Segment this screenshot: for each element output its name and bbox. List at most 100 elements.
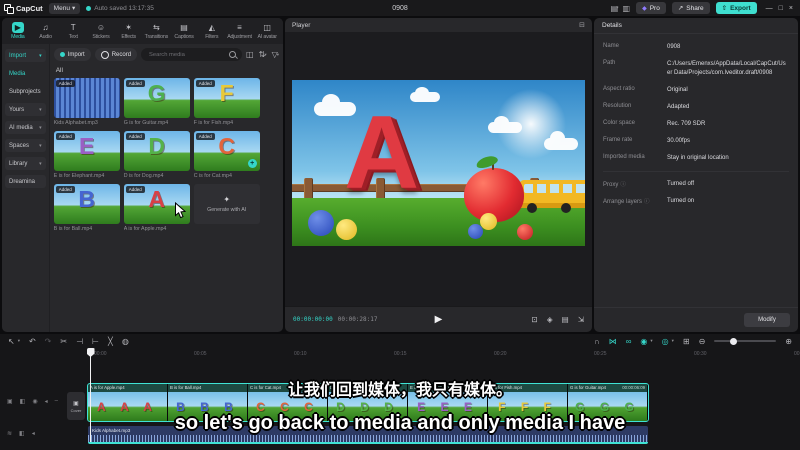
delete-left-icon[interactable]: ⊣ — [76, 337, 83, 346]
split-icon[interactable]: ✂ — [60, 337, 67, 346]
minimize-icon[interactable]: — — [763, 5, 776, 12]
magnet-icon[interactable]: ∩ — [594, 337, 600, 346]
details-value: 0908 — [667, 44, 681, 50]
import-dot-icon — [59, 52, 65, 57]
tab-stickers[interactable]: ☺ Stickers — [87, 18, 115, 44]
text-icon: T — [70, 23, 76, 32]
chevron-down-icon[interactable]: ▾ — [277, 52, 279, 58]
media-section-label[interactable]: All — [56, 67, 279, 74]
details-value: Adapted — [667, 104, 690, 110]
sidebar-item-label: Subprojects — [9, 88, 41, 95]
compact-view-icon[interactable]: ◫ — [246, 50, 254, 59]
sidebar-item-dreamina[interactable]: Dreamina — [5, 175, 46, 188]
redo-icon[interactable]: ↷ — [45, 337, 52, 346]
sidebar-item-subprojects[interactable]: Subprojects — [5, 85, 46, 98]
details-label: Name — [603, 43, 620, 49]
sidebar-item-media[interactable]: Media — [5, 67, 46, 80]
zoom-out-icon[interactable]: ⊖ — [699, 337, 706, 346]
select-tool-icon[interactable]: ↖ — [8, 337, 15, 346]
chevron-down-icon[interactable]: ▾ — [616, 5, 618, 11]
chevron-down-icon[interactable]: ▾ — [672, 338, 674, 344]
sidebar-item-library[interactable]: Library ▾ — [5, 157, 46, 170]
chevron-down-icon[interactable]: ▾ — [650, 338, 652, 344]
mask-tool-icon[interactable]: ◍ — [122, 337, 129, 346]
pro-button[interactable]: ◆ Pro — [636, 2, 666, 14]
details-toggle-proxy: Proxy ⓘ Turned off — [594, 176, 798, 193]
tab-effects[interactable]: ✶ Effects — [115, 18, 143, 44]
sidebar-item-spaces[interactable]: Spaces ▾ — [5, 139, 46, 152]
tab-audio[interactable]: ♫ Audio — [32, 18, 60, 44]
preview-axis-icon[interactable]: ⊞ — [683, 337, 690, 346]
media-item[interactable]: Added D D is for Dog.mp4 — [123, 131, 190, 179]
sidebar-item-yours[interactable]: Yours ▾ — [5, 103, 46, 116]
generate-with-ai-card[interactable]: ✦ Generate with AI — [193, 184, 260, 224]
snapping-icon[interactable]: ◉ — [640, 337, 647, 346]
share-button[interactable]: ↗ Share — [671, 2, 710, 14]
panel-layout-icon[interactable]: ▥ — [623, 4, 631, 13]
fullscreen-icon[interactable]: ⇲ — [578, 315, 584, 324]
menu-button[interactable]: Menu ▾ — [48, 2, 81, 14]
media-item[interactable]: Added F F is for Fish.mp4 — [193, 78, 260, 126]
undo-icon[interactable]: ↶ — [29, 337, 36, 346]
tab-adjustment[interactable]: ≡ Adjustment — [226, 18, 254, 44]
add-to-timeline-icon[interactable]: + — [247, 159, 257, 168]
modify-button[interactable]: Modify — [744, 313, 790, 327]
ball-blue — [308, 210, 334, 236]
media-item[interactable]: Added Kids Alphabet.mp3 — [53, 78, 120, 126]
mask-icon[interactable]: ◈ — [547, 315, 553, 324]
video-preview[interactable]: A — [292, 80, 585, 246]
record-button[interactable]: Record — [94, 48, 138, 61]
mini-player-icon[interactable]: ⊟ — [579, 21, 585, 29]
play-button[interactable]: ▶ — [429, 313, 449, 326]
track-magnet-icon[interactable]: ◎ — [662, 337, 669, 346]
search-input[interactable] — [147, 50, 227, 59]
media-item[interactable]: Added E E is for Elephant.mp4 — [53, 131, 120, 179]
tab-label: AI avatar — [257, 34, 277, 40]
autosave-status: Auto saved 13:17:35 — [86, 5, 154, 12]
video-thumbnail: Added C + — [193, 131, 260, 171]
titlebar: CapCut Menu ▾ Auto saved 13:17:35 0908 ▤… — [0, 0, 800, 16]
details-value: Turned on — [667, 198, 695, 204]
tab-transitions[interactable]: ⇆ Transitions — [143, 18, 171, 44]
video-thumbnail: Added D — [123, 131, 190, 171]
tab-text[interactable]: T Text — [59, 18, 87, 44]
media-item[interactable]: Added G G is for Guitar.mp4 — [123, 78, 190, 126]
tab-filters[interactable]: ◭ Filters — [198, 18, 226, 44]
export-button[interactable]: ⇧ Export — [715, 2, 757, 14]
pro-diamond-icon: ◆ — [642, 5, 647, 12]
chevron-down-icon[interactable]: ▾ — [264, 52, 266, 58]
details-value: C:/Users/Emenxs/AppData/Local/CapCut/Use… — [667, 61, 786, 76]
zoom-slider-knob[interactable] — [730, 337, 738, 345]
tab-ai-avatar[interactable]: ◫ AI avatar — [253, 18, 281, 44]
search-icon[interactable] — [229, 51, 237, 58]
sidebar-item-ai-media[interactable]: AI media ▾ — [5, 121, 46, 134]
media-item[interactable]: Added B B is for Ball.mp4 — [53, 184, 120, 232]
maximize-icon[interactable]: □ — [776, 5, 786, 12]
quality-icon[interactable]: ▤ — [562, 315, 569, 324]
sidebar-item-import[interactable]: Import ▾ — [5, 49, 46, 62]
zoom-in-icon[interactable]: ⊕ — [785, 337, 792, 346]
ruler-label: 00:30 — [694, 351, 707, 357]
sidebar-item-label: Spaces — [9, 142, 30, 149]
video-thumbnail: Added E — [53, 131, 120, 171]
media-item[interactable]: Added C + C is for Cat.mp4 — [193, 131, 260, 179]
mouse-cursor — [175, 202, 187, 219]
delete-right-icon[interactable]: ⊢ — [92, 337, 99, 346]
tab-media[interactable]: ▶ Media — [4, 18, 32, 44]
share-icon: ↗ — [677, 5, 684, 12]
snapshot-icon[interactable]: ⊡ — [532, 315, 538, 324]
timeline-ruler[interactable]: 00:00 00:05 00:10 00:15 00:20 00:25 00:30 00:35 — [0, 348, 800, 360]
details-row-resolution: Resolution Adapted — [594, 99, 798, 116]
zoom-slider[interactable] — [714, 337, 777, 345]
chevron-down-icon[interactable]: ▾ — [18, 338, 20, 344]
media-library: Import Record ◫⇅▾▽▾ All Added Kids Alphab… — [48, 44, 283, 332]
link-clips-icon[interactable]: ⋈ — [609, 337, 617, 346]
ai-sparkle-icon: ✦ — [223, 195, 231, 204]
close-icon[interactable]: × — [786, 5, 796, 12]
import-button[interactable]: Import — [53, 48, 91, 61]
chevron-down-icon: ▾ — [39, 160, 42, 167]
auto-link-icon[interactable]: ∞ — [626, 337, 632, 346]
delete-icon[interactable]: ╳ — [108, 337, 113, 346]
tab-label: Filters — [205, 34, 219, 40]
tab-captions[interactable]: ▤ Captions — [170, 18, 198, 44]
